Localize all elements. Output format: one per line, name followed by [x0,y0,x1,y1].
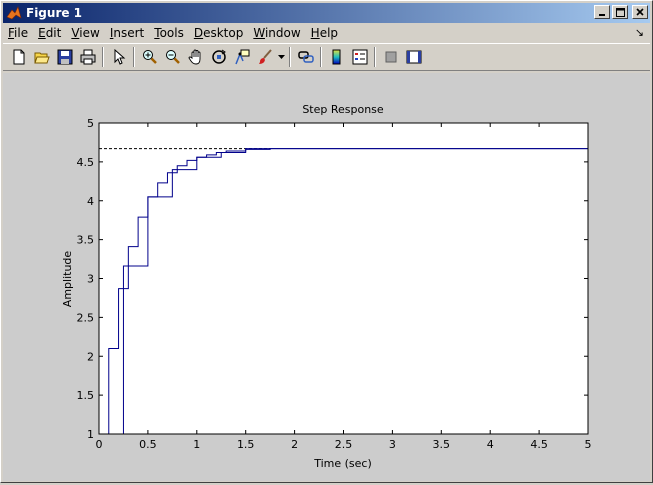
menu-label-rest: ools [159,25,184,40]
colorbar-icon [332,49,340,65]
figure-toolbar [3,43,650,71]
brush-dropdown-button[interactable] [276,46,286,68]
minimize-icon [599,14,605,16]
show-plot-tools-button[interactable] [402,46,425,68]
link-icon [297,51,314,63]
dock-arrow-icon[interactable]: ↘ [635,26,644,39]
menu-accelerator: H [310,25,320,40]
toolbar-separator [289,47,291,67]
window-title: Figure 1 [26,6,83,20]
step-response-plot[interactable]: 0 0.5 1 1.5 2 2.5 3 3.5 4 4.5 5 1 1.5 2 2.5 3 3.5 4 4.5 5 S… [3,73,650,481]
close-icon [636,8,644,16]
menu-accelerator: D [193,25,204,40]
open-file-icon [33,52,50,64]
link-plot-button[interactable] [294,46,317,68]
print-icon [80,49,95,65]
hide-plot-tools-icon [385,51,396,63]
menu-view[interactable]: View [66,26,104,40]
zoom-out-icon [165,50,180,64]
y-tick-label: 1 [87,428,94,441]
x-tick-label: 2.5 [335,438,353,451]
new-figure-icon [13,49,24,65]
brush-button[interactable] [253,46,276,68]
menu-insert[interactable]: Insert [105,26,149,40]
menu-edit[interactable]: Edit [33,26,66,40]
insert-colorbar-button[interactable] [325,46,348,68]
x-tick-label: 1 [193,438,200,451]
title-bar[interactable]: Figure 1 [3,3,650,23]
zoom-in-icon [142,50,157,64]
rotate-3d-button[interactable] [207,46,230,68]
new-figure-button[interactable] [7,46,30,68]
insert-legend-button[interactable] [348,46,371,68]
y-tick-label: 2.5 [77,311,95,324]
pointer-icon [114,49,125,65]
x-tick-label: 5 [585,438,592,451]
pan-button[interactable] [184,46,207,68]
legend-icon [352,49,367,65]
menu-bar: File Edit View Insert Tools Desktop Window Help… [3,23,650,42]
menu-label-rest: indow [264,25,301,40]
x-tick-label: 3 [389,438,396,451]
y-tick-label: 4 [87,195,94,208]
menu-accelerator: W [253,25,265,40]
menu-window[interactable]: Window [248,26,305,40]
x-tick-label: 0 [96,438,103,451]
data-cursor-icon [234,49,249,65]
chart-title: Step Response [302,103,384,116]
maximize-icon [615,7,625,17]
toolbar-separator [102,47,104,67]
x-axis-label: Time (sec) [313,457,372,470]
y-tick-label: 3 [87,273,94,286]
menu-label-rest: dit [45,25,62,40]
menu-label-rest: iew [79,25,100,40]
x-tick-label: 4.5 [530,438,548,451]
chevron-down-icon [277,55,285,59]
x-tick-label: 4 [487,438,494,451]
y-tick-label: 2 [87,350,94,363]
y-axis-label: Amplitude [61,251,74,308]
open-file-button[interactable] [30,46,53,68]
print-button[interactable] [76,46,99,68]
menu-label-rest: ile [14,25,29,40]
zoom-in-button[interactable] [138,46,161,68]
x-tick-label: 2 [291,438,298,451]
data-cursor-button[interactable] [230,46,253,68]
y-tick-label: 1.5 [77,389,95,402]
hide-plot-tools-button[interactable] [379,46,402,68]
rotate-3d-icon [211,49,226,64]
menu-help[interactable]: Help [306,26,343,40]
menu-label-rest: nsert [113,25,145,40]
pan-hand-icon [188,49,200,65]
minimize-button[interactable] [594,5,610,19]
menu-tools[interactable]: Tools [149,26,189,40]
toolbar-separator [133,47,135,67]
brush-icon [258,49,272,64]
toolbar-separator [374,47,376,67]
save-button[interactable] [53,46,76,68]
y-tick-label: 5 [87,117,94,130]
menu-label-rest: esktop [203,25,244,40]
menu-label-rest: elp [319,25,339,40]
y-tick-label: 3.5 [77,234,95,247]
menu-accelerator: E [38,25,46,40]
zoom-out-button[interactable] [161,46,184,68]
y-tick-label: 4.5 [77,156,95,169]
menu-desktop[interactable]: Desktop [189,26,249,40]
figure-canvas[interactable]: 0 0.5 1 1.5 2 2.5 3 3.5 4 4.5 5 1 1.5 2 2.5 3 3.5 4 4.5 5 S… [3,73,650,481]
x-tick-label: 0.5 [139,438,157,451]
close-button[interactable] [632,5,648,19]
menu-file[interactable]: File [3,26,33,40]
figure-window: Figure 1 File Edit View Insert Tools Desktop W… [0,0,653,483]
matlab-logo-icon [6,6,22,20]
pointer-button[interactable] [107,46,130,68]
x-tick-label: 3.5 [433,438,451,451]
toolbar-separator [320,47,322,67]
show-plot-tools-icon [406,50,421,64]
save-icon [57,49,72,65]
x-tick-label: 1.5 [237,438,255,451]
maximize-button[interactable] [612,5,628,19]
